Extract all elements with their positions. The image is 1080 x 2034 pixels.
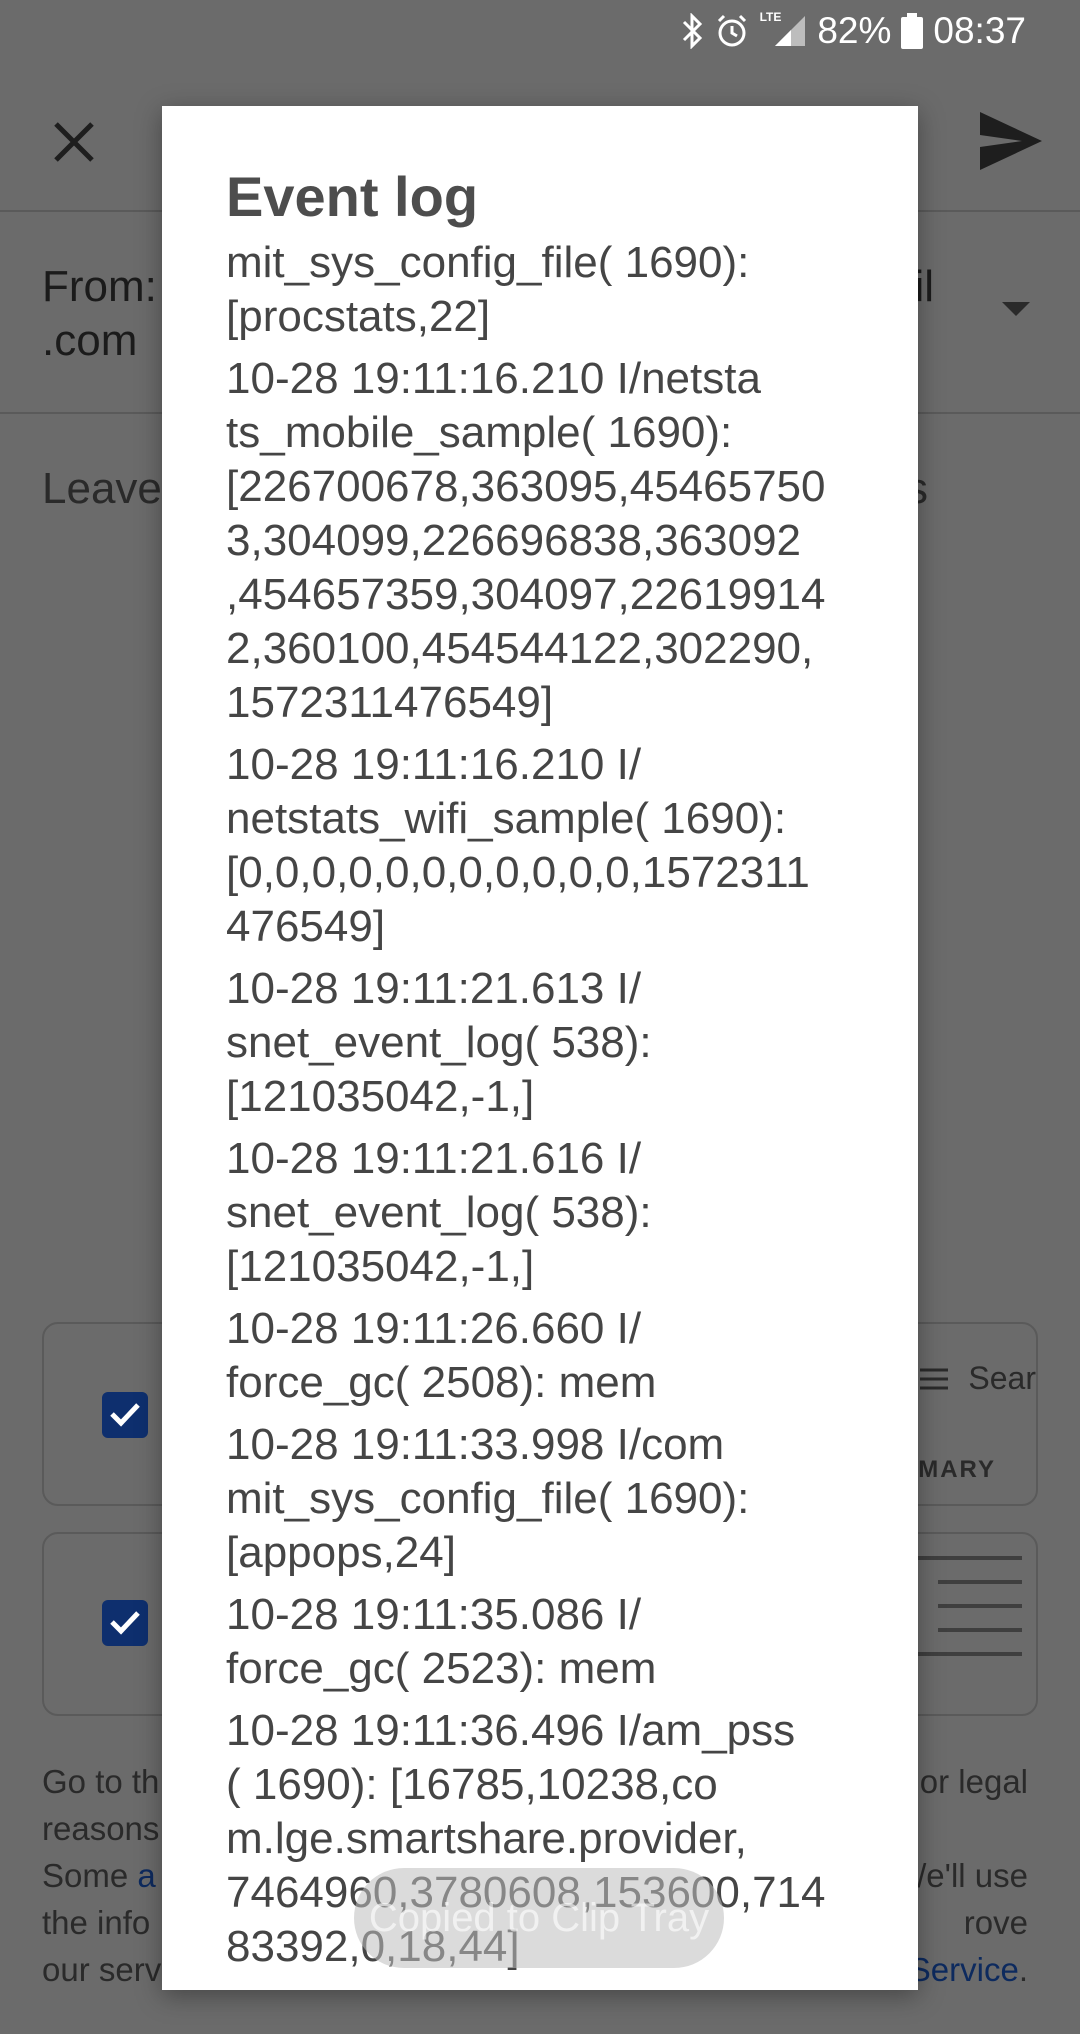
status-bar: LTE 82% 08:37 xyxy=(0,0,1080,64)
bluetooth-icon xyxy=(682,13,702,49)
footer-text-right: or legal /e'll use rove Service. xyxy=(909,1758,1028,1993)
log-entry: 10-28 19:11:26.660 I/ force_gc( 2508): m… xyxy=(226,1304,657,1407)
from-domain-fragment: .com xyxy=(42,316,138,365)
footer-link[interactable]: a xyxy=(137,1857,155,1894)
check-icon xyxy=(110,1403,140,1427)
log-entry: 10-28 19:11:35.086 I/ force_gc( 2523): m… xyxy=(226,1590,657,1693)
footer-line xyxy=(909,1805,1028,1852)
send-icon[interactable] xyxy=(976,108,1046,174)
battery-percent: 82% xyxy=(817,10,892,51)
log-entry: 10-28 19:11:21.616 I/ snet_event_log( 53… xyxy=(226,1134,652,1291)
summary-hint: MARY xyxy=(918,1456,996,1483)
footer-line: /e'll use xyxy=(917,1857,1028,1894)
checkbox-checked[interactable] xyxy=(102,1392,148,1438)
log-entry: mit_sys_config_file( 1690): [procstats,2… xyxy=(226,238,750,341)
terms-of-service-link[interactable]: Service xyxy=(909,1951,1019,1988)
alarm-icon xyxy=(717,14,746,47)
checkbox-checked[interactable] xyxy=(102,1600,148,1646)
event-log-list[interactable]: mit_sys_config_file( 1690): [procstats,2… xyxy=(226,236,862,1990)
check-icon xyxy=(110,1611,140,1635)
search-hint-text: Sear xyxy=(968,1360,1036,1396)
document-preview-lines xyxy=(902,1556,1022,1676)
footer-line: or legal xyxy=(919,1763,1028,1800)
log-entry: 10-28 19:11:16.210 I/ netstats_wifi_samp… xyxy=(226,740,810,951)
close-icon[interactable] xyxy=(44,112,104,172)
from-label: From: xyxy=(42,262,157,311)
battery-icon xyxy=(901,13,924,49)
compose-body-fragment: Leave xyxy=(42,464,162,513)
footer-line-text: Some xyxy=(42,1857,138,1894)
toast-message: Copied to Clip Tray xyxy=(354,1868,724,1968)
signal-icon xyxy=(775,16,806,46)
chevron-down-icon[interactable] xyxy=(1002,302,1030,316)
dialog-title: Event log xyxy=(226,165,479,228)
menu-icon xyxy=(920,1368,949,1389)
footer-line: Service. xyxy=(908,1951,1028,1988)
clock: 08:37 xyxy=(933,10,1026,51)
log-entry: 10-28 19:11:33.998 I/com mit_sys_config_… xyxy=(226,1420,750,1577)
log-entry: 10-28 19:11:21.613 I/ snet_event_log( 53… xyxy=(226,964,652,1121)
search-hint: Sear xyxy=(920,1360,1036,1397)
log-entry: 10-28 19:11:16.210 I/netsta ts_mobile_sa… xyxy=(226,354,826,727)
footer-line: rove xyxy=(963,1904,1028,1941)
event-log-dialog: Event log mit_sys_config_file( 1690): [p… xyxy=(162,106,918,1990)
